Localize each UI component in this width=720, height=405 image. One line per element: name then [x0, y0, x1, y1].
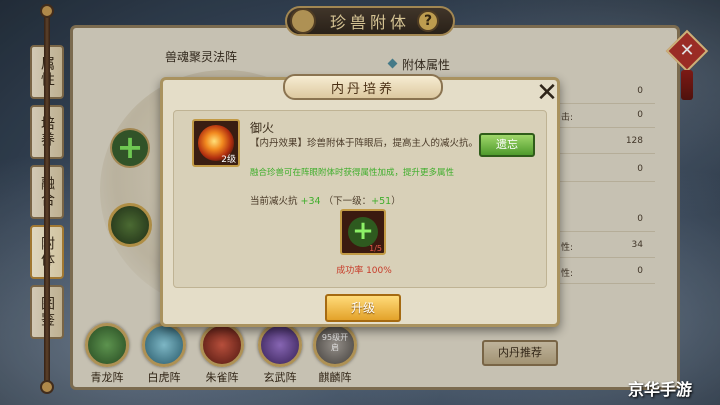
pill-cultivate-modal: 内丹培养 ✕ 2级 御火 【内丹效果】珍兽附体于阵眼后，提高主人的减火抗。 融合… — [160, 74, 560, 327]
pill-detail-panel: 2级 御火 【内丹效果】珍兽附体于阵眼后，提高主人的减火抗。 融合珍兽可在阵眼附… — [173, 110, 547, 288]
success-rate: 成功率 100% — [336, 266, 392, 276]
modal-title-text: 内丹培养 — [330, 81, 395, 97]
material-slot[interactable]: + 1/5 — [340, 209, 386, 255]
fire-pill-icon: 2级 — [192, 119, 240, 167]
current-stat-value: +34 — [300, 196, 321, 207]
next-level-label: （下一级： — [323, 196, 372, 207]
pill-effect-text: 【内丹效果】珍兽附体于阵眼后，提高主人的减火抗。 — [250, 138, 479, 149]
pill-bonus-note: 融合珍兽可在阵眼附体时获得属性加成，提升更多属性 — [250, 168, 455, 178]
current-stat-label: 当前减火抗 — [250, 196, 298, 207]
plus-icon: + — [348, 217, 378, 247]
modal-close-button[interactable]: ✕ — [536, 80, 558, 106]
pill-level: 2级 — [221, 155, 236, 165]
current-stat-line: 当前减火抗 +34 （下一级：+51） — [250, 193, 401, 207]
upgrade-button[interactable]: 升级 — [325, 294, 401, 322]
close-icon: ✕ — [536, 78, 558, 108]
pill-name: 御火 — [250, 121, 275, 135]
next-level-close: ） — [391, 196, 401, 207]
material-count: 1/5 — [369, 244, 382, 253]
modal-title: 内丹培养 — [283, 74, 443, 100]
site-watermark: 京华手游 — [628, 380, 693, 399]
forget-button[interactable]: 遗忘 — [479, 133, 535, 157]
next-level-value: +51 — [371, 196, 392, 207]
